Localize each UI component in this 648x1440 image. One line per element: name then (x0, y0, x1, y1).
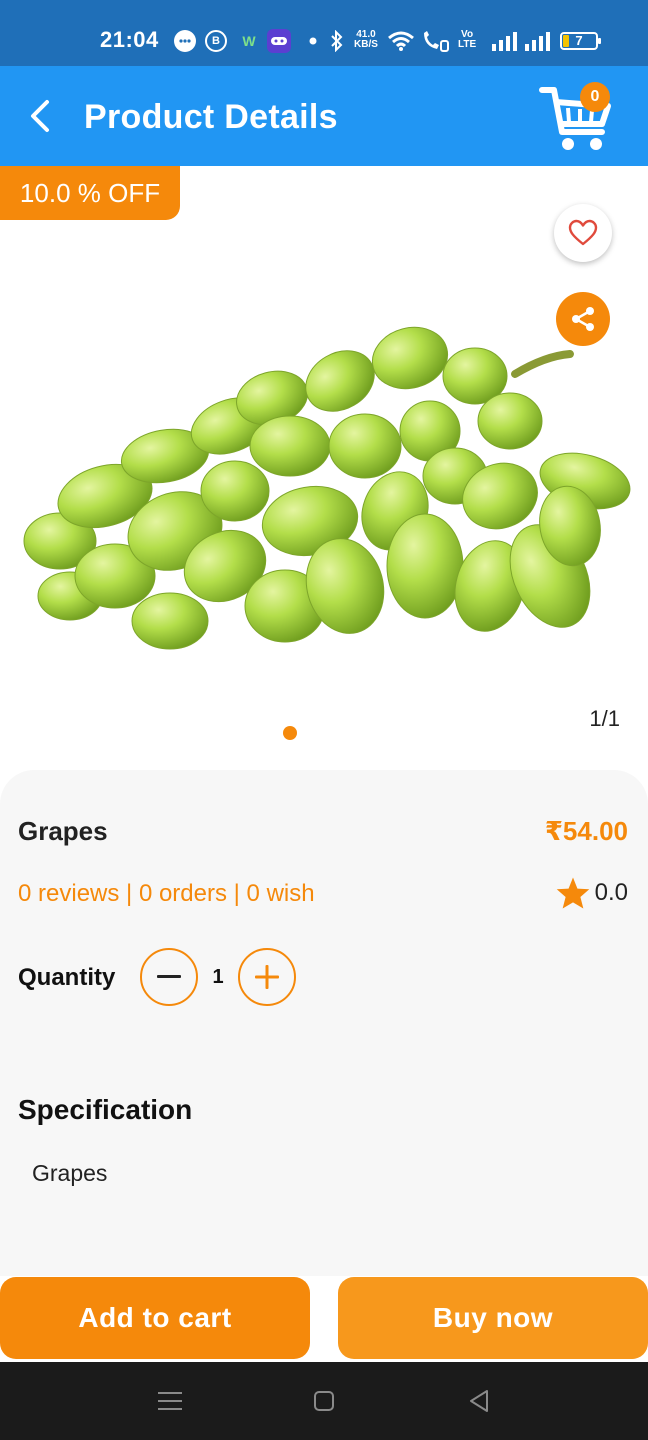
star-icon (556, 877, 589, 909)
product-gallery[interactable]: 10.0 % OFF 1/1 (0, 166, 648, 770)
battery-level: 7 (575, 33, 583, 48)
product-stats: 0 reviews | 0 orders | 0 wish (18, 880, 315, 907)
quantity-label: Quantity (18, 964, 116, 991)
data-speed: 41.0 KB/S (354, 30, 378, 50)
chat-bubble-icon (174, 30, 196, 52)
menu-icon[interactable] (153, 1384, 187, 1418)
product-name: Grapes (18, 816, 108, 846)
action-bar: Add to cart Buy now (0, 1276, 648, 1362)
w-app-icon: W (242, 33, 256, 49)
wifi-call-icon (420, 30, 450, 52)
page-indicator-dot[interactable] (283, 726, 297, 740)
volte-label-bottom: LTE (458, 39, 477, 50)
rating: 0.0 (555, 876, 628, 910)
cart-button[interactable]: 0 (538, 82, 616, 156)
buy-now-button[interactable]: Buy now (338, 1277, 648, 1359)
b-circle-icon: B (205, 30, 227, 52)
product-price: ₹54.00 (544, 816, 628, 846)
rating-value: 0.0 (594, 879, 628, 906)
game-app-icon (267, 29, 291, 53)
signal-icon (490, 30, 518, 52)
status-bar: 21:04 B W 41.0 KB/S Vo LTE 7 (0, 0, 648, 66)
app-bar: Product Details 0 (0, 66, 648, 166)
back-button[interactable] (18, 92, 62, 140)
product-image (23, 326, 631, 650)
quantity-increase-button[interactable] (238, 948, 296, 1006)
back-triangle-icon[interactable] (462, 1384, 496, 1418)
minus-icon (157, 975, 181, 978)
battery-icon: 7 (560, 32, 601, 50)
plus-icon (255, 965, 279, 989)
status-time: 21:04 (100, 27, 159, 52)
cart-count-badge: 0 (580, 82, 610, 112)
volte-label: Vo LTE (458, 30, 476, 50)
heart-icon (568, 219, 598, 246)
quantity-value: 1 (212, 966, 224, 988)
image-counter: 1/1 (589, 706, 620, 731)
product-details-panel: Grapes ₹54.00 0 reviews | 0 orders | 0 w… (0, 770, 648, 1276)
data-speed-unit: KB/S (354, 39, 378, 50)
signal-icon (523, 30, 551, 52)
chevron-left-icon (31, 100, 49, 132)
wifi-icon (386, 30, 416, 52)
specification-title: Specification (18, 1094, 193, 1125)
bluetooth-icon (328, 30, 346, 52)
page-title: Product Details (84, 98, 338, 136)
dot-icon (306, 30, 320, 52)
home-square-icon[interactable] (307, 1384, 341, 1418)
system-nav-bar (0, 1362, 648, 1440)
discount-badge: 10.0 % OFF (0, 166, 180, 220)
specification-text: Grapes (32, 1160, 108, 1186)
quantity-decrease-button[interactable] (140, 948, 198, 1006)
wishlist-button[interactable] (554, 204, 612, 262)
add-to-cart-button[interactable]: Add to cart (0, 1277, 310, 1359)
